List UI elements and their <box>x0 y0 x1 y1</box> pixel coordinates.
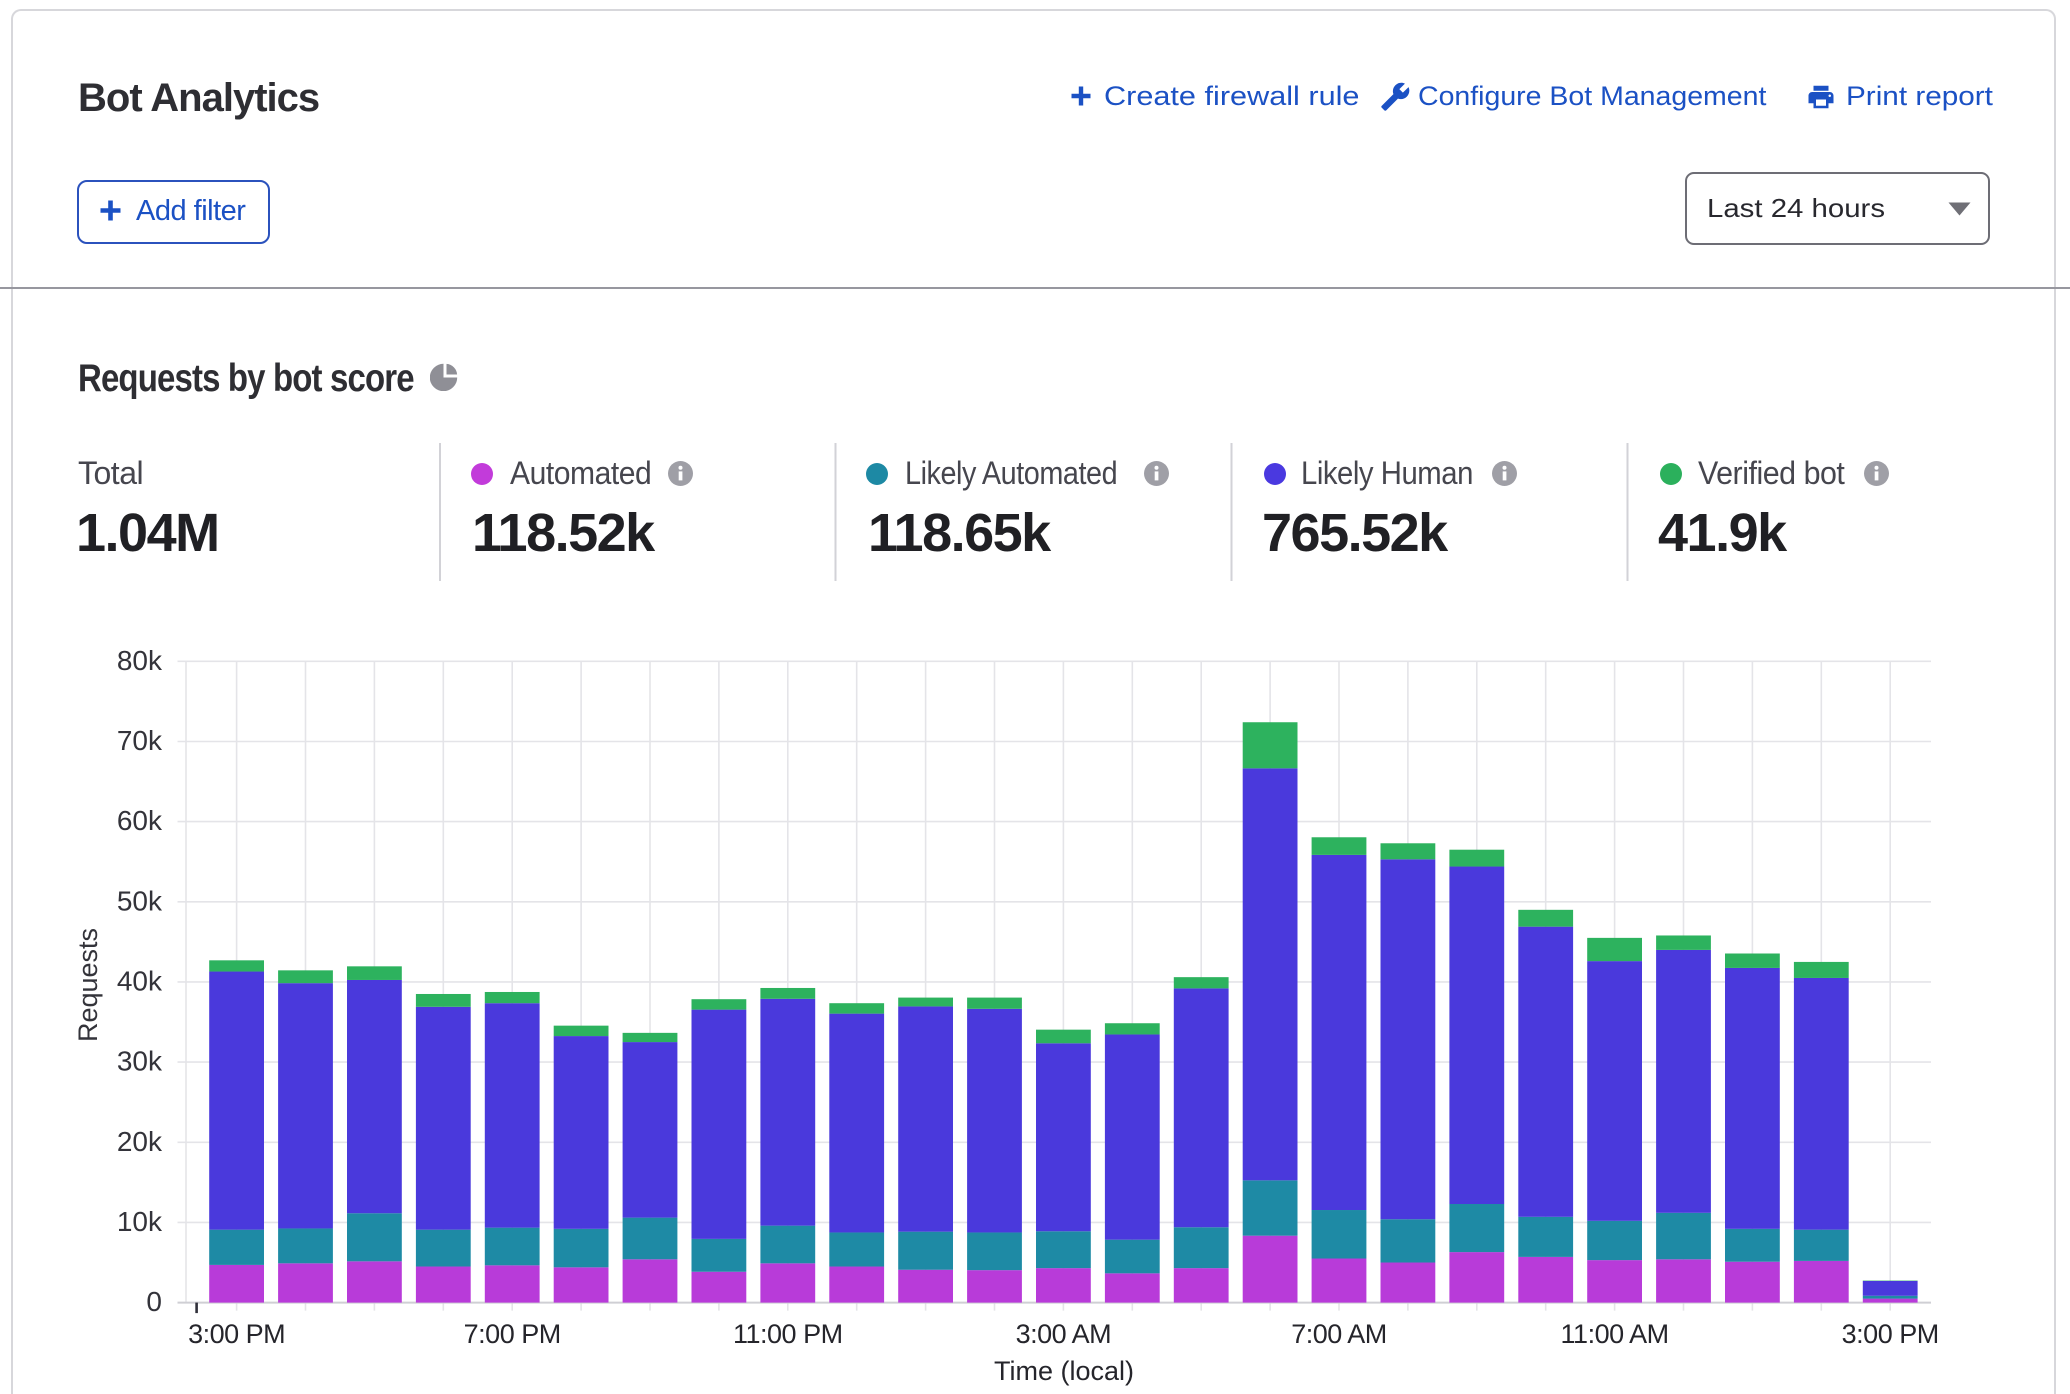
svg-text:3:00 PM: 3:00 PM <box>1842 1319 1939 1349</box>
svg-text:10k: 10k <box>117 1206 163 1237</box>
svg-text:Requests: Requests <box>73 928 103 1042</box>
svg-text:30k: 30k <box>117 1046 163 1077</box>
svg-text:3:00 AM: 3:00 AM <box>1016 1319 1112 1349</box>
svg-text:80k: 80k <box>117 645 163 676</box>
svg-text:0: 0 <box>146 1286 162 1317</box>
svg-text:3:00 PM: 3:00 PM <box>188 1319 285 1349</box>
svg-text:Time (local): Time (local) <box>994 1356 1134 1386</box>
svg-text:20k: 20k <box>117 1126 163 1157</box>
svg-text:70k: 70k <box>117 725 163 756</box>
svg-text:11:00 AM: 11:00 AM <box>1561 1319 1669 1349</box>
svg-text:50k: 50k <box>117 885 163 916</box>
svg-text:60k: 60k <box>117 805 163 836</box>
svg-text:7:00 AM: 7:00 AM <box>1291 1319 1387 1349</box>
svg-text:40k: 40k <box>117 965 163 996</box>
svg-text:11:00 PM: 11:00 PM <box>733 1319 843 1349</box>
svg-text:7:00 PM: 7:00 PM <box>464 1319 561 1349</box>
